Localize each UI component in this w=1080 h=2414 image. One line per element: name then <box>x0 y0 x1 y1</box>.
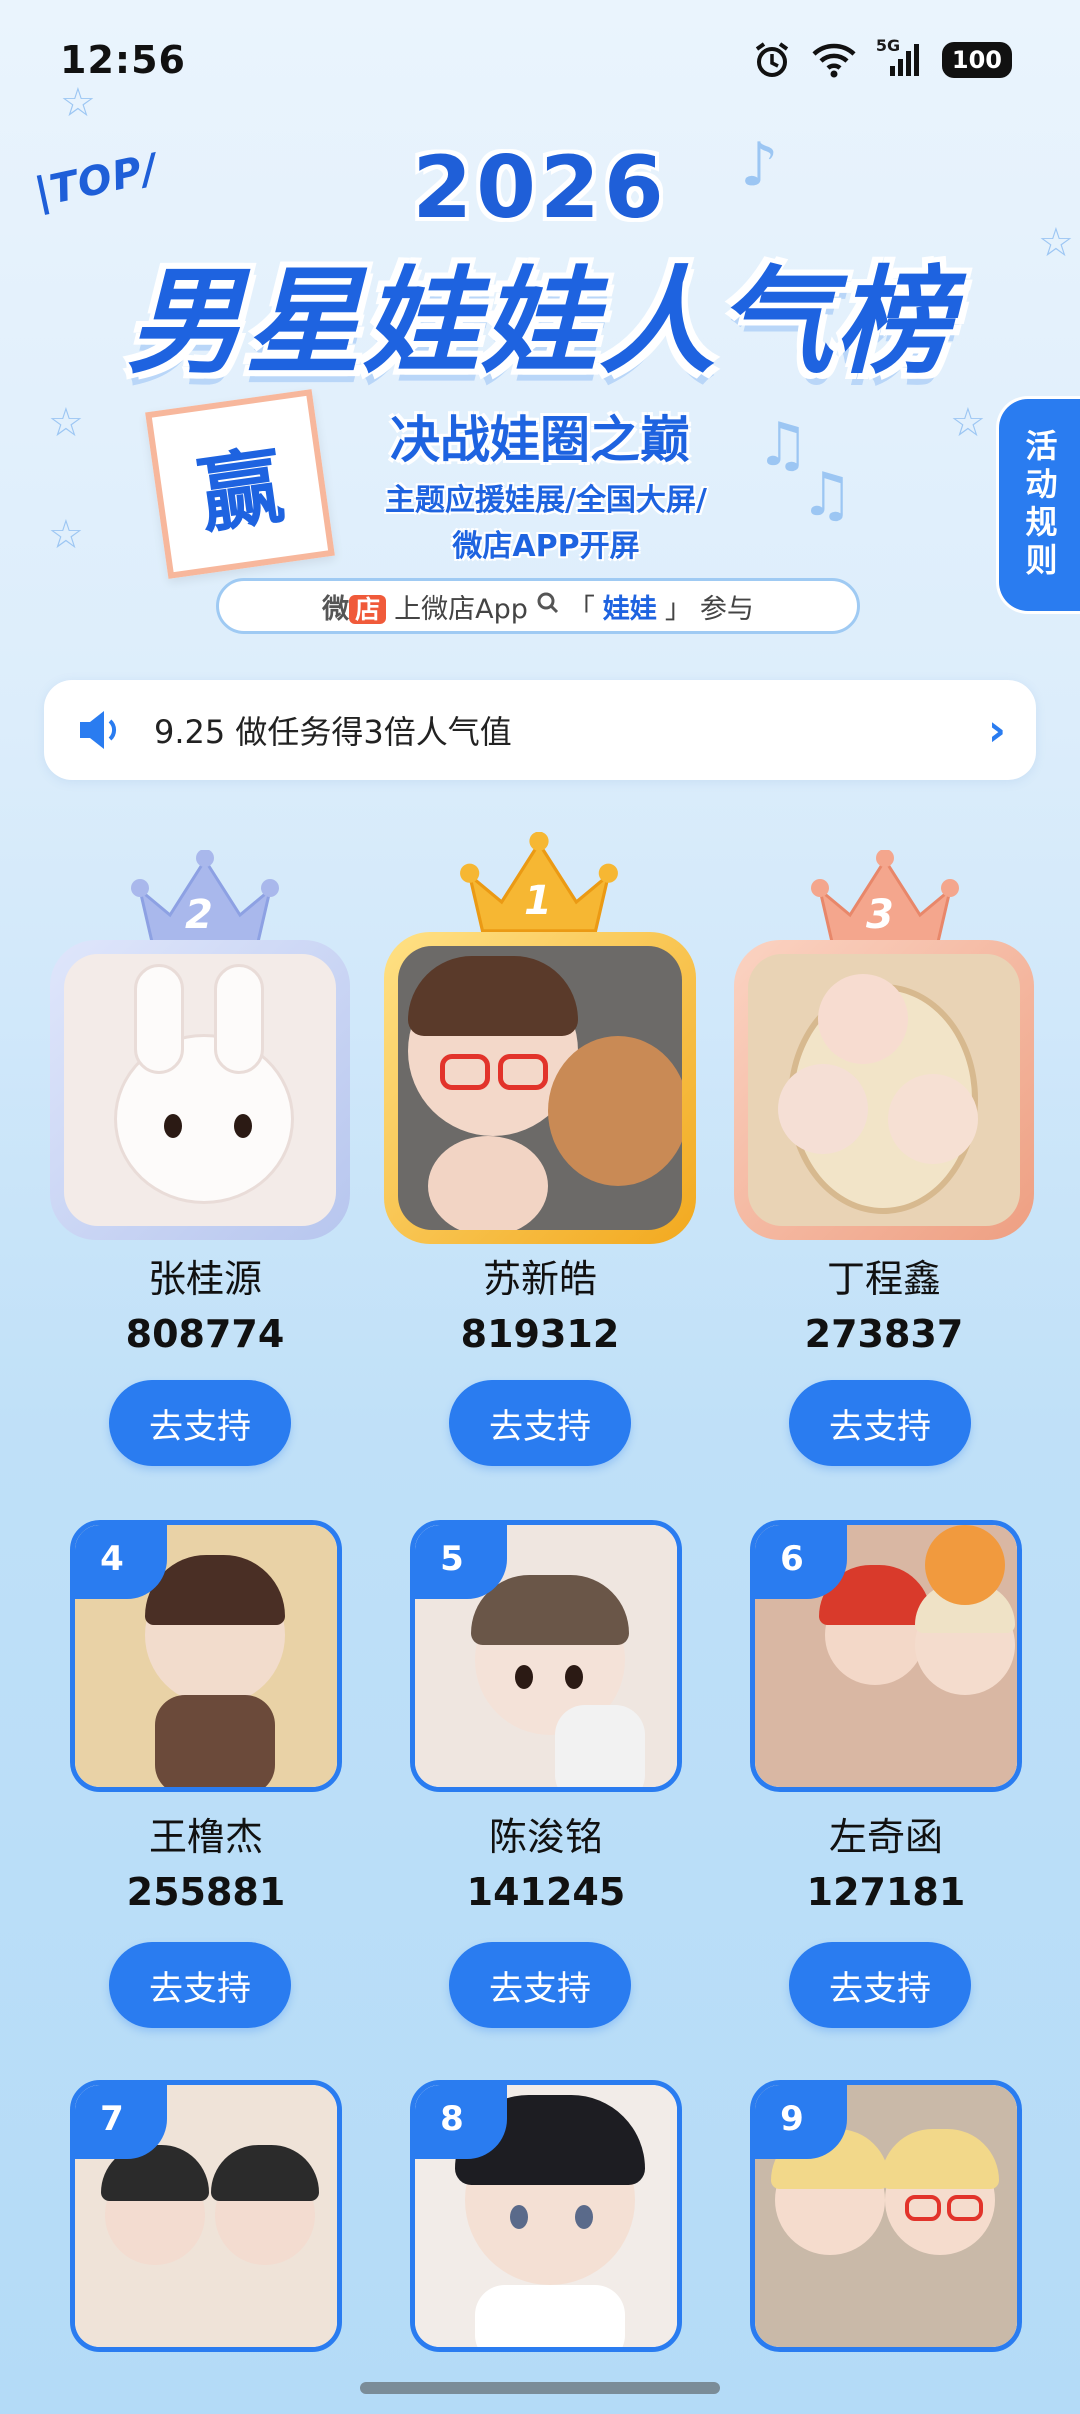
status-icons: 5G 100 <box>752 36 1012 80</box>
idol-name: 苏新皓 <box>482 1257 597 1301</box>
photo-frame: 5 <box>410 1520 682 1792</box>
support-button[interactable]: 去支持 <box>109 1942 291 2028</box>
home-indicator[interactable] <box>360 2382 720 2394</box>
idol-name: 陈浚铭 <box>488 1815 603 1859</box>
support-button[interactable]: 去支持 <box>789 1942 971 2028</box>
top-tag: |TOP/ <box>30 145 163 217</box>
star-decoration-icon: ☆ <box>48 400 84 446</box>
support-button[interactable]: 去支持 <box>449 1942 631 2028</box>
rank-card-3: 3 丁程鑫 273837 去支持 <box>734 850 1034 1480</box>
alarm-icon <box>752 40 792 80</box>
idol-name: 王橹杰 <box>148 1815 263 1859</box>
search-keyword: 娃娃 <box>602 593 657 625</box>
photo-frame <box>734 940 1034 1240</box>
wifi-icon <box>812 42 856 78</box>
search-hint-pill[interactable]: 微店 上微店App 「 娃娃 」 参与 <box>216 578 860 634</box>
photo-frame <box>384 932 696 1244</box>
hero-year: 2026 <box>412 138 668 238</box>
hero-title: 男星娃娃人气榜 <box>127 255 953 390</box>
rank-tag: 7 <box>75 2085 167 2159</box>
rank-card-4: 4 王橹杰 255881 去支持 <box>66 1520 346 2040</box>
search-hint-text: 上微店App <box>394 593 528 625</box>
hero-line-1: 主题应援娃展/全国大屏/ <box>385 483 707 518</box>
doll-photo <box>64 954 336 1226</box>
hero-line-2: 微店APP开屏 <box>452 529 640 564</box>
rank-card-1: 1 苏新皓 819312 去支持 <box>384 832 696 1480</box>
hero-banner: ☆ ☆ ☆ ☆ ☆ ♪ ♫ ♫ |TOP/ 2026 男星娃娃人气榜 赢 决战娃… <box>0 80 1080 660</box>
rank-tag: 6 <box>755 1525 847 1599</box>
status-time: 12:56 <box>60 38 186 82</box>
rank-number: 2 <box>185 892 213 938</box>
music-note-icon: ♫ <box>800 460 854 530</box>
hero-description: 主题应援娃展/全国大屏/ 微店APP开屏 <box>336 478 756 570</box>
star-decoration-icon: ☆ <box>60 80 96 126</box>
rank-tag: 8 <box>415 2085 507 2159</box>
photo-frame: 9 <box>750 2080 1022 2352</box>
speaker-icon <box>80 711 117 749</box>
vote-count: 141245 <box>466 1870 626 1914</box>
rank-card-7: 7 <box>66 2080 346 2370</box>
rank-tag: 4 <box>75 1525 167 1599</box>
vote-count: 808774 <box>125 1312 285 1356</box>
star-decoration-icon: ☆ <box>1038 220 1074 266</box>
cellular-signal-icon: 5G <box>876 36 922 78</box>
photo-frame: 7 <box>70 2080 342 2352</box>
rank-tag: 5 <box>415 1525 507 1599</box>
activity-rules-tab[interactable]: 活动规则 <box>996 396 1080 614</box>
notice-bar[interactable]: 9.25 做任务得3倍人气值 › <box>44 680 1036 780</box>
photo-frame: 8 <box>410 2080 682 2352</box>
photo-frame <box>50 940 350 1240</box>
battery-indicator: 100 <box>941 42 1012 78</box>
rank-card-9: 9 <box>746 2080 1026 2370</box>
network-type: 5G <box>875 36 901 55</box>
vote-count: 273837 <box>804 1312 964 1356</box>
search-icon <box>536 591 560 622</box>
idol-name: 左奇函 <box>828 1815 943 1859</box>
star-decoration-icon: ☆ <box>48 512 84 558</box>
rank-card-8: 8 <box>406 2080 686 2370</box>
music-note-icon: ♪ <box>740 130 779 200</box>
win-badge: 赢 <box>145 389 335 579</box>
rank-tag: 9 <box>755 2085 847 2159</box>
rank-card-5: 5 陈浚铭 141245 去支持 <box>406 1520 686 2040</box>
rank-card-6: 6 左奇函 127181 去支持 <box>746 1520 1026 2040</box>
photo-frame: 4 <box>70 1520 342 1792</box>
support-button[interactable]: 去支持 <box>109 1380 291 1466</box>
vote-count: 127181 <box>806 1870 966 1914</box>
chevron-right-icon: › <box>987 704 1006 756</box>
hero-subtitle: 决战娃圈之巅 <box>390 411 690 469</box>
notice-text: 9.25 做任务得3倍人气值 <box>154 713 512 751</box>
idol-name: 丁程鑫 <box>826 1257 941 1301</box>
idol-name: 张桂源 <box>147 1257 262 1301</box>
doll-photo <box>398 946 682 1230</box>
photo-frame: 6 <box>750 1520 1022 1792</box>
weidian-brand: 微店 <box>322 587 387 626</box>
rank-card-2: 2 张桂源 808774 去支持 <box>50 850 360 1480</box>
rank-number: 3 <box>866 892 894 938</box>
doll-photo <box>748 954 1020 1226</box>
rank-number: 1 <box>524 878 552 924</box>
star-decoration-icon: ☆ <box>950 400 986 446</box>
vote-count: 255881 <box>126 1870 286 1914</box>
vote-count: 819312 <box>460 1312 620 1356</box>
support-button[interactable]: 去支持 <box>789 1380 971 1466</box>
support-button[interactable]: 去支持 <box>449 1380 631 1466</box>
